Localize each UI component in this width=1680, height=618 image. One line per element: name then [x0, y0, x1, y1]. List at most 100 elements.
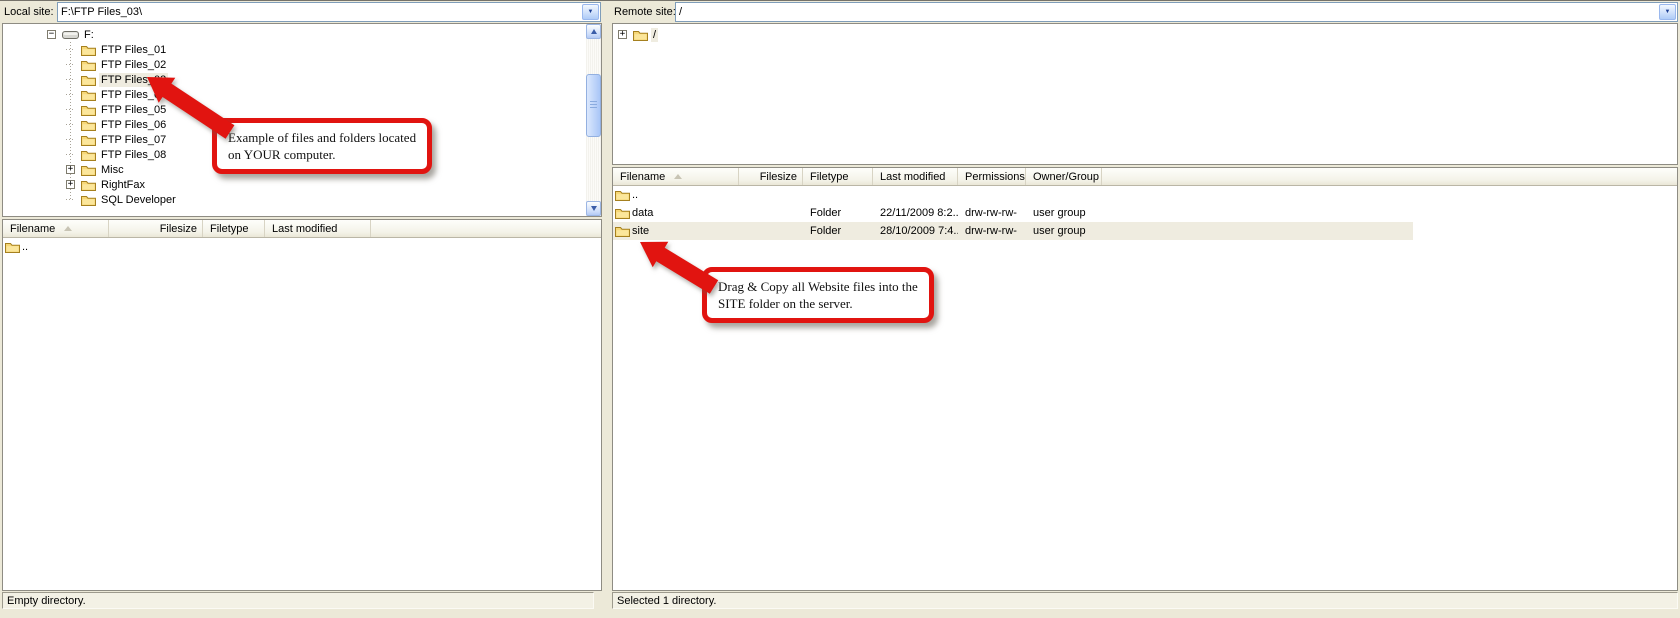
tree-item-label: FTP Files_01 — [99, 43, 168, 57]
tree-item-label: FTP Files_03 — [99, 73, 168, 87]
expand-plus-icon[interactable]: + — [66, 180, 75, 189]
collapse-minus-icon[interactable]: − — [47, 30, 56, 39]
scroll-up-icon — [591, 29, 597, 34]
remote-directory-tree[interactable]: +/ — [612, 23, 1678, 165]
callout-local-note: Example of files and folders located on … — [212, 118, 432, 174]
dropdown-arrow-icon[interactable]: ▼ — [1659, 4, 1676, 20]
expand-plus-icon[interactable]: + — [618, 30, 627, 39]
cell-modified: 28/10/2009 7:4... — [873, 225, 958, 237]
cell-filetype: Folder — [803, 207, 873, 219]
remote-site-path-input[interactable] — [676, 4, 1658, 20]
column-label: Filetype — [810, 171, 849, 183]
column-label: Permissions — [965, 171, 1025, 183]
folder-icon — [81, 59, 96, 71]
column-header-filename[interactable]: Filename — [3, 220, 109, 237]
folder-icon — [81, 44, 96, 56]
tree-item-ftp-files-03[interactable]: FTP Files_03 — [66, 72, 601, 87]
file-row-site[interactable]: site Folder28/10/2009 7:4...drw-rw-rw-use… — [613, 222, 1677, 240]
scroll-grip-icon — [590, 101, 597, 110]
cell-owner: user group — [1026, 225, 1102, 237]
column-label: Owner/Group — [1033, 171, 1099, 183]
tree-item-label: Misc — [99, 163, 126, 177]
tree-guide — [66, 94, 75, 95]
local-site-label: Local site: — [4, 6, 54, 18]
folder-icon — [81, 149, 96, 161]
cell-name: .. — [613, 189, 739, 201]
column-header-filesize[interactable]: Filesize — [739, 168, 803, 185]
tree-scrollbar[interactable] — [586, 24, 601, 216]
column-label: Last modified — [880, 171, 945, 183]
tree-item-ftp-files-01[interactable]: FTP Files_01 — [66, 42, 601, 57]
local-site-path-input[interactable] — [58, 4, 581, 20]
column-header-filetype[interactable]: Filetype — [203, 220, 265, 237]
file-row-item[interactable]: .. — [3, 238, 601, 256]
callout-text-line: Drag & Copy all Website files into the — [718, 278, 918, 295]
tree-guide — [66, 64, 75, 65]
dropdown-arrow-icon[interactable]: ▼ — [582, 4, 599, 20]
column-header-last-modified[interactable]: Last modified — [873, 168, 958, 185]
folder-icon — [5, 241, 20, 253]
callout-text-line: on YOUR computer. — [228, 146, 416, 163]
cell-name: site — [613, 225, 739, 237]
callout-text-line: SITE folder on the server. — [718, 295, 918, 312]
column-header-filesize[interactable]: Filesize — [109, 220, 203, 237]
folder-icon — [81, 119, 96, 131]
column-header-last-modified[interactable]: Last modified — [265, 220, 371, 237]
cell-modified: 22/11/2009 8:2... — [873, 207, 958, 219]
remote-file-list[interactable]: Filename Filesize Filetype Last modified Per… — [612, 167, 1678, 591]
folder-icon — [633, 29, 648, 41]
local-site-combobox[interactable]: ▼ — [57, 2, 601, 22]
scroll-down-icon — [591, 206, 597, 211]
folder-icon — [81, 179, 96, 191]
file-name-label: data — [632, 207, 653, 219]
column-header-owner-group[interactable]: Owner/Group — [1026, 168, 1102, 185]
column-header-filler — [371, 220, 601, 237]
callout-remote-note: Drag & Copy all Website files into the S… — [702, 267, 934, 323]
file-name-label: .. — [632, 189, 638, 201]
scroll-up-button[interactable] — [586, 24, 601, 39]
local-list-header: Filename FilesizeFiletypeLast modified — [3, 220, 601, 238]
tree-guide — [66, 124, 75, 125]
tree-item-sql-developer[interactable]: SQL Developer — [66, 192, 601, 207]
tree-item-label: FTP Files_04 — [99, 88, 168, 102]
file-row-data[interactable]: dataFolder22/11/2009 8:2...drw-rw-rw-use… — [613, 204, 1677, 222]
column-header-permissions[interactable]: Permissions — [958, 168, 1026, 185]
tree-item-rightfax[interactable]: +RightFax — [66, 177, 601, 192]
column-header-filename[interactable]: Filename — [613, 168, 739, 185]
tree-guide — [66, 79, 75, 80]
tree-item-label: FTP Files_05 — [99, 103, 168, 117]
expand-plus-icon[interactable]: + — [66, 165, 75, 174]
drive-icon — [62, 30, 79, 40]
scroll-thumb[interactable] — [586, 74, 601, 137]
tree-guide — [66, 139, 75, 140]
tree-item-ftp-files-02[interactable]: FTP Files_02 — [66, 57, 601, 72]
file-row-item[interactable]: .. — [613, 186, 1677, 204]
tree-guide — [66, 49, 75, 50]
tree-item-label: FTP Files_06 — [99, 118, 168, 132]
scroll-down-button[interactable] — [586, 201, 601, 216]
column-header-filler — [1102, 168, 1677, 185]
tree-item-label: / — [651, 28, 658, 42]
tree-item-ftp-files-05[interactable]: FTP Files_05 — [66, 102, 601, 117]
tree-item-f[interactable]: −F: — [47, 27, 601, 42]
file-name-label: .. — [22, 241, 28, 253]
column-header-filetype[interactable]: Filetype — [803, 168, 873, 185]
folder-icon — [615, 189, 630, 201]
column-label: Filesize — [760, 171, 797, 183]
column-label: Filename — [10, 223, 55, 235]
tree-item-ftp-files-04[interactable]: FTP Files_04 — [66, 87, 601, 102]
cell-filetype: Folder — [803, 225, 873, 237]
tree-item-label: FTP Files_02 — [99, 58, 168, 72]
column-label: Filename — [620, 171, 665, 183]
cell-permissions: drw-rw-rw- — [958, 225, 1026, 237]
folder-icon — [81, 194, 96, 206]
tree-guide — [66, 109, 75, 110]
cell-owner: user group — [1026, 207, 1102, 219]
folder-icon — [615, 225, 630, 237]
tree-item-item[interactable]: +/ — [618, 27, 1677, 42]
remote-site-combobox[interactable]: ▼ — [675, 2, 1678, 22]
local-file-list[interactable]: Filename FilesizeFiletypeLast modified .. — [2, 219, 602, 591]
sort-ascending-icon — [64, 226, 72, 231]
remote-status-bar: Selected 1 directory. — [612, 592, 1678, 609]
local-panel: Local site: ▼ −F:FTP Files_01FTP Files_0… — [0, 1, 604, 618]
